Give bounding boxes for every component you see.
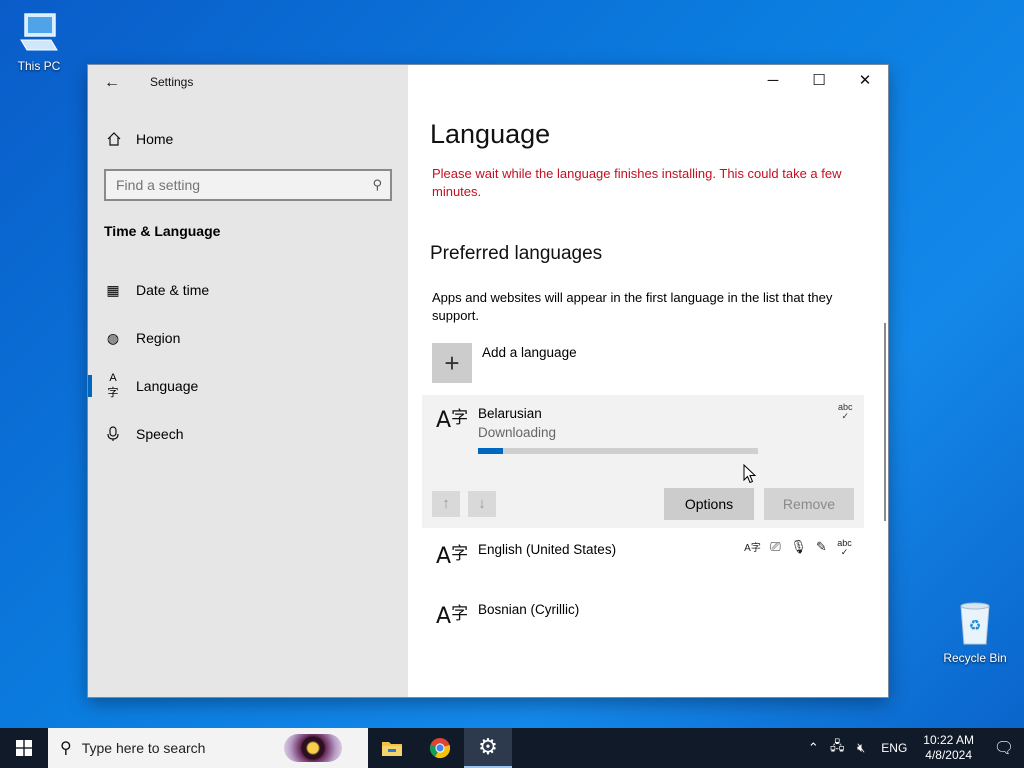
options-button[interactable]: Options: [664, 488, 754, 520]
chevron-up-icon[interactable]: ⌃: [801, 740, 825, 756]
maximize-button[interactable]: ☐: [796, 65, 842, 97]
home-label: Home: [136, 131, 174, 147]
section-title: Time & Language: [104, 223, 221, 239]
settings-window: ← Settings Home ⚲ Time & Language ▦ Date…: [88, 65, 888, 697]
clock-time: 10:22 AM: [923, 733, 974, 747]
sidebar-item-date-time[interactable]: ▦ Date & time: [88, 268, 408, 312]
close-button[interactable]: ✕: [842, 65, 888, 97]
back-arrow-icon: ←: [104, 74, 120, 91]
this-pc-icon: [20, 13, 58, 51]
search-icon: ⚲: [372, 177, 382, 192]
sidebar-item-region[interactable]: ◍ Region: [88, 316, 408, 360]
language-name: Belarusian: [478, 406, 542, 421]
add-language-label: Add a language: [482, 345, 577, 360]
folder-icon: [382, 742, 402, 756]
search-highlight-image: [284, 734, 342, 762]
move-down-button[interactable]: ↓: [468, 491, 496, 517]
desktop-icon-recycle-bin[interactable]: ♻ Recycle Bin: [940, 600, 1010, 665]
microphone-icon: [107, 426, 119, 441]
preferred-languages-description: Apps and websites will appear in the fir…: [432, 290, 833, 323]
notifications-icon[interactable]: 🗨︎: [984, 738, 1024, 758]
home-icon: [107, 132, 121, 146]
sidebar-item-label: Speech: [136, 426, 184, 442]
page-title: Language: [430, 119, 551, 149]
volume-muted-icon[interactable]: 🔇︎: [849, 740, 873, 756]
arrow-down-icon: ↓: [478, 495, 486, 512]
globe-icon: ◍: [106, 329, 120, 346]
remove-button[interactable]: Remove: [764, 488, 854, 520]
find-setting-input[interactable]: [116, 171, 356, 199]
language-name: English (United States): [478, 542, 617, 557]
clock-date: 4/8/2024: [925, 748, 972, 762]
download-progress-fill: [478, 448, 504, 454]
svg-text:♻: ♻: [969, 618, 982, 634]
desktop-icon-label: This PC: [17, 59, 61, 73]
minimize-button[interactable]: ─: [750, 65, 796, 97]
language-features: A字 ⎚ 🎙︎ ✎ abc ✓: [744, 539, 853, 557]
start-button[interactable]: [0, 728, 48, 768]
taskbar-search-placeholder: Type here to search: [81, 740, 206, 756]
chrome-icon: [429, 738, 451, 759]
clock[interactable]: 10:22 AM 4/8/2024: [923, 733, 974, 763]
spellcheck-icon: abc ✓: [837, 538, 852, 557]
input-language-indicator[interactable]: ENG: [881, 741, 907, 755]
settings-main: ─ ☐ ✕ Language Please wait while the lan…: [408, 65, 888, 697]
sidebar-item-home[interactable]: Home: [106, 129, 173, 149]
plus-icon: +: [432, 343, 472, 383]
language-status: Downloading: [478, 425, 557, 440]
taskbar: ⚲ Type here to search ⚙ ⌃ 🖧︎ 🔇︎ ENG 10:2…: [0, 728, 1024, 768]
back-button[interactable]: ←: [102, 73, 122, 93]
display-language-icon: A字: [744, 543, 761, 554]
download-progress-bar: [478, 448, 758, 454]
search-icon: ⚲: [60, 740, 72, 757]
language-icon: A字: [436, 604, 469, 629]
microphone-icon: 🎙︎: [790, 539, 807, 554]
settings-sidebar: ← Settings Home ⚲ Time & Language ▦ Date…: [88, 65, 408, 697]
scrollbar[interactable]: [884, 323, 886, 521]
calendar-clock-icon: ▦: [106, 281, 120, 298]
handwriting-icon: ✎: [816, 539, 827, 554]
language-icon: A字: [436, 544, 469, 569]
language-icon: A字: [107, 372, 119, 399]
desktop-icon-this-pc[interactable]: This PC: [4, 10, 74, 73]
window-title: Settings: [150, 75, 194, 89]
recycle-bin-icon: ♻: [960, 602, 990, 645]
system-tray: ⌃ 🖧︎ 🔇︎ ENG 10:22 AM 4/8/2024 🗨︎: [801, 728, 1024, 768]
gear-icon: ⚙: [478, 734, 498, 759]
sidebar-item-label: Region: [136, 330, 181, 346]
sidebar-item-language[interactable]: A字 Language: [88, 364, 408, 408]
preferred-languages-heading: Preferred languages: [430, 243, 603, 264]
speech-recognition-icon: ⎚: [770, 539, 781, 554]
move-up-button[interactable]: ↑: [432, 491, 460, 517]
sidebar-item-label: Date & time: [136, 282, 210, 298]
taskbar-settings[interactable]: ⚙: [464, 728, 512, 768]
arrow-up-icon: ↑: [442, 495, 450, 512]
spellcheck-icon: abc ✓: [838, 402, 853, 421]
desktop-icon-label: Recycle Bin: [943, 651, 1007, 665]
windows-logo-icon: [16, 740, 32, 756]
language-item-belarusian[interactable]: A字 Belarusian Downloading abc ✓ ↑ ↓ Optio…: [422, 395, 864, 528]
language-name: Bosnian (Cyrillic): [478, 602, 580, 617]
sidebar-item-speech[interactable]: Speech: [88, 412, 408, 456]
find-setting-search[interactable]: ⚲: [104, 169, 392, 201]
taskbar-search-box[interactable]: ⚲ Type here to search: [48, 728, 368, 768]
network-icon[interactable]: 🖧︎: [825, 737, 849, 759]
sidebar-item-label: Language: [136, 378, 199, 394]
language-item-bosnian-cyrillic[interactable]: A字 Bosnian (Cyrillic): [422, 595, 864, 655]
taskbar-chrome[interactable]: [416, 728, 464, 768]
add-language-button[interactable]: + Add a language: [432, 343, 577, 383]
language-icon: A字: [436, 408, 469, 433]
taskbar-file-explorer[interactable]: [368, 728, 416, 768]
install-warning: Please wait while the language finishes …: [432, 166, 842, 199]
mouse-cursor-icon: [743, 464, 757, 484]
language-item-english-us[interactable]: A字 English (United States) A字 ⎚ 🎙︎ ✎ abc…: [422, 535, 864, 595]
